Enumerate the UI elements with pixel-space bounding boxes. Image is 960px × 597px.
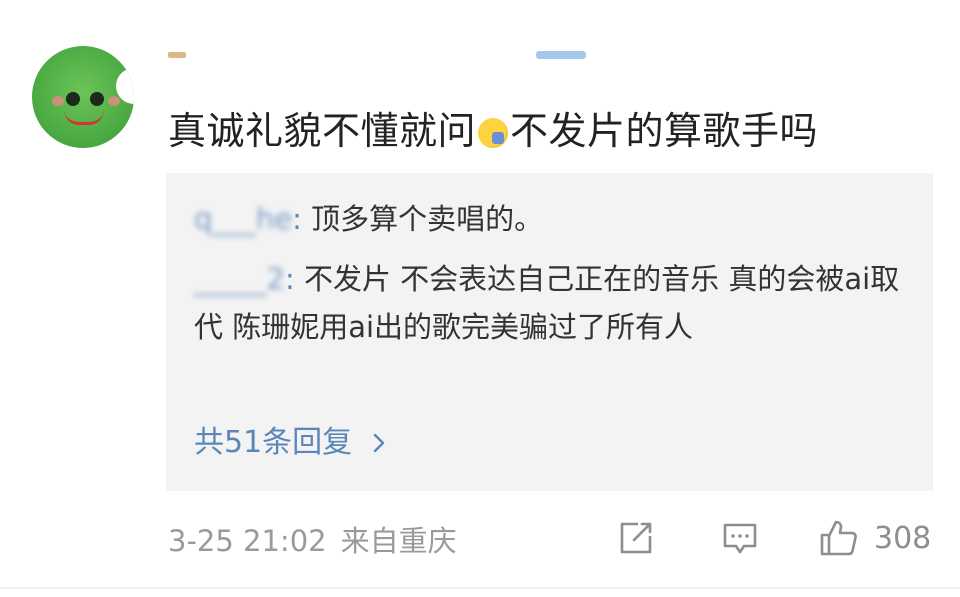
comment-time: 3-25 21:02 bbox=[168, 524, 327, 558]
raising-hand-emoji-icon bbox=[478, 118, 509, 148]
comment-location: 来自重庆 bbox=[340, 524, 457, 558]
avatar-cheek-right bbox=[108, 96, 120, 106]
replies-preview[interactable]: q___he: 顶多算个卖唱的。 _____2: 不发片 不会表达自己正在的音乐… bbox=[166, 173, 933, 491]
comment-text-part1: 真诚礼貌不懂就问 bbox=[168, 109, 477, 153]
share-button[interactable] bbox=[616, 518, 656, 558]
username-redaction-mark bbox=[168, 52, 186, 58]
reply-item[interactable]: _____2: 不发片 不会表达自己正在的音乐 真的会被ai取代 陈珊妮用ai出… bbox=[194, 255, 914, 351]
comment-text: 真诚礼貌不懂就问 不发片的算歌手吗 bbox=[168, 100, 818, 155]
comment-icon bbox=[723, 523, 757, 554]
avatar-mouth bbox=[64, 110, 104, 125]
share-icon bbox=[620, 522, 652, 554]
username-redaction-line bbox=[536, 51, 586, 59]
reply-item[interactable]: q___he: 顶多算个卖唱的。 bbox=[194, 195, 543, 243]
reply-colon: : bbox=[292, 202, 302, 236]
reply-author[interactable]: _____2 bbox=[194, 262, 285, 296]
reply-text: 不发片 不会表达自己正在的音乐 真的会被ai取代 陈珊妮用ai出的歌完美骗过了所… bbox=[194, 262, 900, 344]
reply-text: 顶多算个卖唱的。 bbox=[301, 202, 544, 236]
username-redacted[interactable] bbox=[168, 46, 588, 64]
bottom-divider bbox=[0, 587, 960, 589]
comment-button[interactable] bbox=[720, 518, 760, 558]
user-avatar[interactable] bbox=[32, 46, 134, 148]
avatar-eye-right bbox=[90, 92, 104, 106]
thumbs-up-icon bbox=[820, 520, 857, 556]
comment-actions: 308 bbox=[616, 514, 932, 564]
avatar-cheek-left bbox=[52, 96, 64, 106]
avatar-eye-left bbox=[66, 92, 80, 106]
more-replies-label: 共51条回复 bbox=[194, 425, 353, 460]
reply-colon: : bbox=[284, 262, 295, 296]
reply-author[interactable]: q___he bbox=[194, 202, 292, 236]
chevron-right-icon bbox=[373, 433, 385, 453]
like-button[interactable]: 308 bbox=[818, 518, 931, 558]
comment-meta: 3-25 21:02 来自重庆 bbox=[168, 518, 457, 560]
like-count: 308 bbox=[874, 520, 932, 556]
more-replies-link[interactable]: 共51条回复 bbox=[194, 421, 392, 465]
comment-text-part2: 不发片的算歌手吗 bbox=[510, 109, 819, 153]
